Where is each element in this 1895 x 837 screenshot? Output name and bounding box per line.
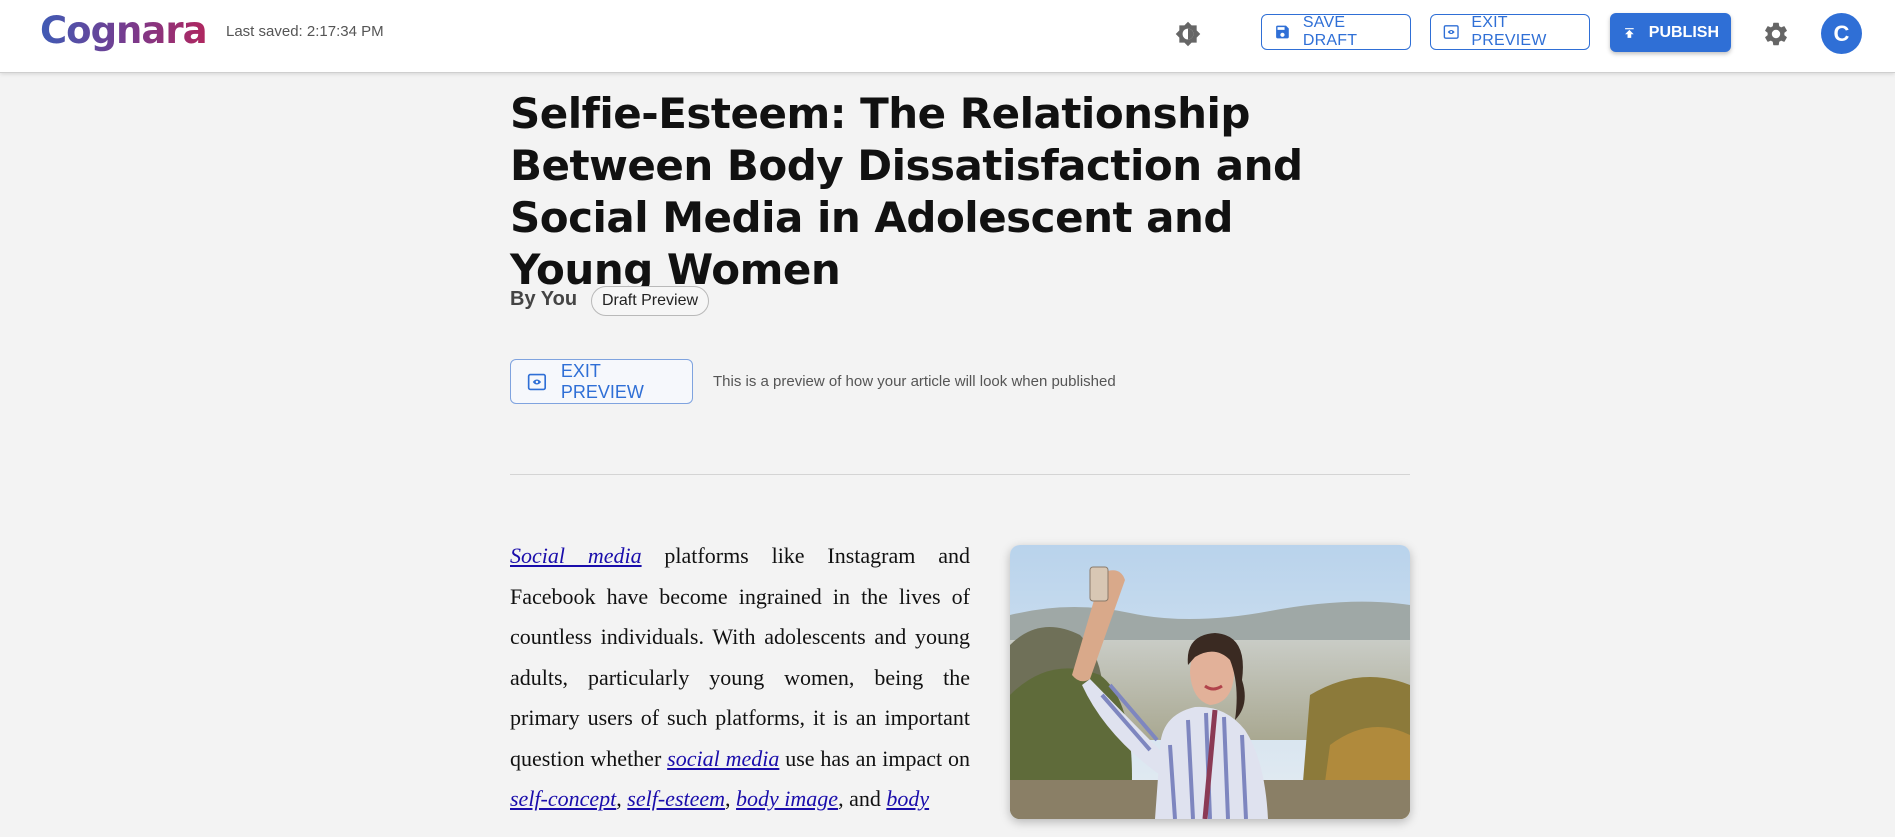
link-self-concept[interactable]: self-concept — [510, 786, 616, 811]
body-text-segment: platforms like Instagram and Facebook ha… — [510, 543, 970, 771]
link-social-media-2[interactable]: social media — [667, 746, 779, 771]
save-draft-label: SAVE DRAFT — [1302, 14, 1358, 49]
exit-preview-button-top[interactable]: EXIT PREVIEW — [1430, 14, 1590, 50]
article-image — [1010, 545, 1410, 819]
article-title: Selfie-Esteem: The Relationship Between … — [510, 89, 1303, 294]
theme-toggle-icon — [1175, 21, 1201, 47]
publish-button[interactable]: PUBLISH — [1610, 13, 1731, 52]
body-text-segment: use has an impact on — [779, 745, 970, 771]
settings-button[interactable] — [1759, 17, 1793, 51]
preview-eye-icon — [527, 373, 547, 390]
last-saved-status: Last saved: 2:17:34 PM — [226, 23, 384, 40]
body-text-segment: , — [616, 786, 628, 811]
woman-taking-selfie-photo — [1010, 545, 1410, 819]
article-byline: By You — [510, 288, 578, 310]
exit-preview-button[interactable]: EXIT PREVIEW — [510, 359, 693, 404]
draft-preview-chip: Draft Preview — [591, 286, 710, 316]
body-text-segment: , — [725, 786, 737, 811]
app-logo[interactable]: Cognara — [40, 6, 208, 56]
publish-label: PUBLISH — [1648, 23, 1719, 41]
save-draft-button[interactable]: SAVE DRAFT — [1261, 14, 1411, 50]
exit-preview-label-top: EXIT PREVIEW — [1471, 14, 1547, 49]
preview-note: This is a preview of how your article wi… — [713, 373, 1116, 390]
save-icon — [1276, 25, 1289, 39]
gear-icon — [1765, 22, 1787, 46]
link-body-image[interactable]: body image — [736, 786, 838, 811]
link-self-esteem[interactable]: self-esteem — [627, 786, 725, 811]
link-body-dissatisfaction[interactable]: body — [886, 786, 929, 811]
link-social-media[interactable]: Social media — [510, 543, 642, 568]
user-avatar[interactable]: C — [1821, 13, 1862, 54]
top-bar: Cognara Last saved: 2:17:34 PM SAVE DRAF… — [0, 0, 1895, 73]
preview-eye-icon — [1443, 25, 1459, 39]
exit-preview-label: EXIT PREVIEW — [560, 360, 644, 402]
section-divider — [510, 474, 1410, 475]
publish-upload-icon — [1625, 27, 1634, 38]
body-text-segment: , and — [838, 786, 887, 811]
theme-toggle-button[interactable] — [1172, 18, 1204, 50]
article-body-paragraph: Social media platforms like Instagram an… — [510, 536, 970, 820]
